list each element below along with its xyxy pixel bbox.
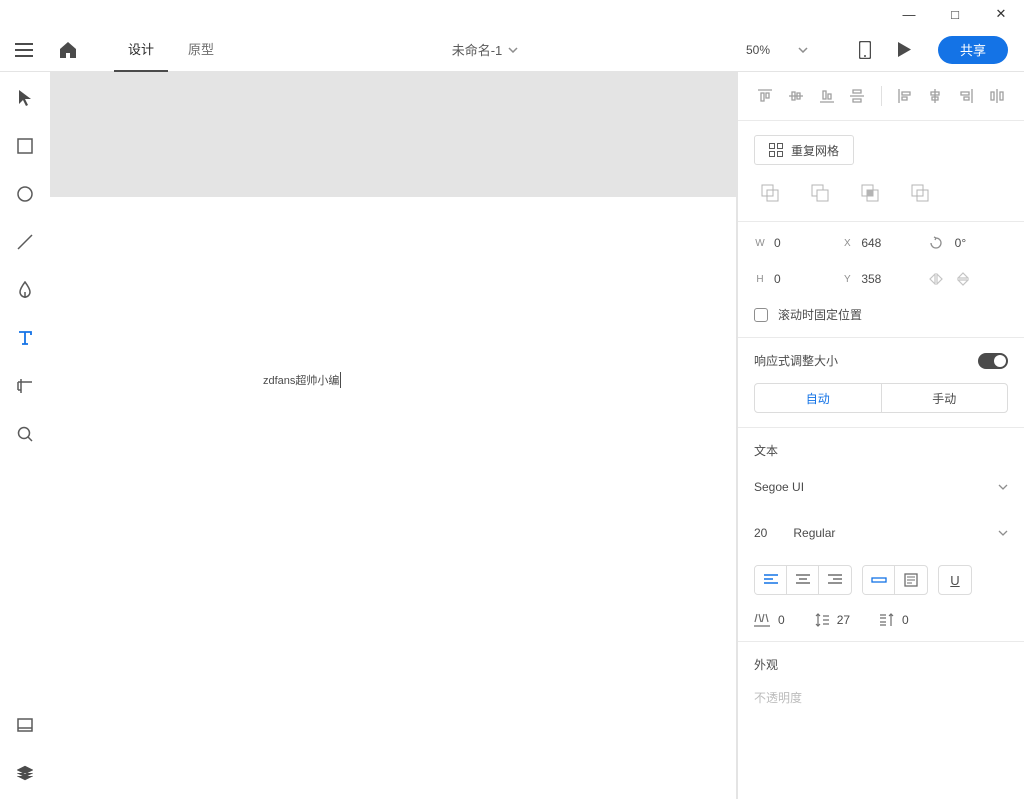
layers-panel-icon[interactable] (13, 761, 37, 785)
ellipse-tool-icon[interactable] (13, 182, 37, 206)
paragraph-spacing-icon (880, 613, 894, 627)
window-titlebar: — □ ✕ (0, 0, 1024, 28)
letter-spacing-value[interactable]: 0 (778, 613, 785, 627)
flip-horizontal-icon[interactable] (929, 273, 943, 285)
boolean-ops (754, 179, 1008, 207)
responsive-resize-label: 响应式调整大小 (754, 352, 838, 369)
align-center-icon[interactable] (920, 82, 951, 110)
union-icon[interactable] (754, 179, 786, 207)
chevron-down-icon (998, 530, 1008, 536)
zoom-value: 50% (746, 43, 770, 57)
line-tool-icon[interactable] (13, 230, 37, 254)
font-weight-value: Regular (793, 526, 835, 540)
height-value[interactable]: 0 (774, 272, 781, 286)
assets-panel-icon[interactable] (13, 713, 37, 737)
document-title-text: 未命名-1 (452, 40, 503, 59)
text-mode-group (862, 565, 928, 595)
line-height-value[interactable]: 27 (837, 613, 850, 627)
artboard-tool-icon[interactable] (13, 374, 37, 398)
text-align-center-icon[interactable] (787, 566, 819, 594)
align-middle-icon[interactable] (781, 82, 812, 110)
line-height-icon (815, 613, 829, 627)
home-icon[interactable] (52, 34, 84, 66)
repeat-grid-label: 重复网格 (791, 142, 839, 159)
fix-scroll-checkbox[interactable] (754, 308, 768, 322)
rotation-icon (929, 236, 943, 250)
app-topbar: 设计 原型 未命名-1 50% 共享 (0, 28, 1024, 72)
appearance-section-label: 外观 (754, 656, 1008, 673)
transform-controls: W0 X648 0° H0 Y358 (754, 236, 1008, 286)
window-close-button[interactable]: ✕ (978, 0, 1024, 28)
subtract-icon[interactable] (804, 179, 836, 207)
y-value[interactable]: 358 (861, 272, 881, 286)
play-icon[interactable] (888, 34, 922, 66)
device-preview-icon[interactable] (848, 34, 882, 66)
share-button[interactable]: 共享 (938, 36, 1008, 64)
x-value[interactable]: 648 (861, 236, 881, 250)
font-family-select[interactable]: Segoe UI (754, 473, 1008, 501)
text-align-right-icon[interactable] (819, 566, 851, 594)
y-label: Y (841, 274, 853, 285)
area-text-icon[interactable] (895, 566, 927, 594)
width-label: W (754, 238, 766, 249)
left-toolbar (0, 72, 50, 799)
x-label: X (841, 238, 853, 249)
zoom-tool-icon[interactable] (13, 422, 37, 446)
intersect-icon[interactable] (854, 179, 886, 207)
opacity-label: 不透明度 (754, 689, 1008, 706)
exclude-icon[interactable] (904, 179, 936, 207)
fix-scroll-label: 滚动时固定位置 (778, 306, 862, 323)
font-family-value: Segoe UI (754, 480, 804, 494)
distribute-vertical-icon[interactable] (842, 82, 873, 110)
properties-panel: 重复网格 W0 X648 0° H0 Y358 (737, 72, 1024, 799)
pen-tool-icon[interactable] (13, 278, 37, 302)
distribute-horizontal-icon[interactable] (981, 82, 1012, 110)
height-label: H (754, 274, 766, 285)
width-value[interactable]: 0 (774, 236, 781, 250)
artboard[interactable] (50, 197, 736, 799)
rotation-value[interactable]: 0° (955, 236, 966, 250)
repeat-grid-button[interactable]: 重复网格 (754, 135, 854, 165)
align-top-icon[interactable] (750, 82, 781, 110)
font-weight-select[interactable]: Regular (793, 519, 1008, 547)
tab-prototype[interactable]: 原型 (174, 28, 228, 72)
tab-design[interactable]: 设计 (114, 28, 168, 72)
point-text-icon[interactable] (863, 566, 895, 594)
hamburger-menu-icon[interactable] (8, 34, 40, 66)
segment-manual[interactable]: 手动 (881, 384, 1008, 412)
text-align-left-icon[interactable] (755, 566, 787, 594)
text-tool-icon[interactable] (13, 326, 37, 350)
segment-auto[interactable]: 自动 (755, 384, 881, 412)
align-left-icon[interactable] (889, 82, 920, 110)
text-object[interactable]: zdfans超帅小编 (263, 372, 341, 388)
align-bottom-icon[interactable] (811, 82, 842, 110)
document-title[interactable]: 未命名-1 (234, 40, 736, 59)
chevron-down-icon (998, 484, 1008, 490)
canvas-area[interactable]: zdfans超帅小编 (50, 72, 737, 799)
responsive-mode-segment[interactable]: 自动 手动 (754, 383, 1008, 413)
letter-spacing-icon (754, 613, 770, 627)
responsive-toggle[interactable] (978, 353, 1008, 369)
window-minimize-button[interactable]: — (886, 0, 932, 28)
font-size-input[interactable]: 20 (754, 526, 767, 540)
select-tool-icon[interactable] (13, 86, 37, 110)
align-right-icon[interactable] (951, 82, 982, 110)
zoom-select[interactable]: 50% (742, 43, 812, 57)
align-controls (750, 82, 1012, 110)
chevron-down-icon (508, 47, 518, 53)
chevron-down-icon (798, 47, 808, 53)
rectangle-tool-icon[interactable] (13, 134, 37, 158)
flip-vertical-icon[interactable] (957, 272, 969, 286)
window-maximize-button[interactable]: □ (932, 0, 978, 28)
grid-icon (769, 143, 783, 157)
text-section-label: 文本 (754, 442, 1008, 459)
text-align-group (754, 565, 852, 595)
underline-button[interactable]: U (938, 565, 972, 595)
spacing-controls: 0 27 0 (754, 613, 1008, 627)
paragraph-spacing-value[interactable]: 0 (902, 613, 909, 627)
